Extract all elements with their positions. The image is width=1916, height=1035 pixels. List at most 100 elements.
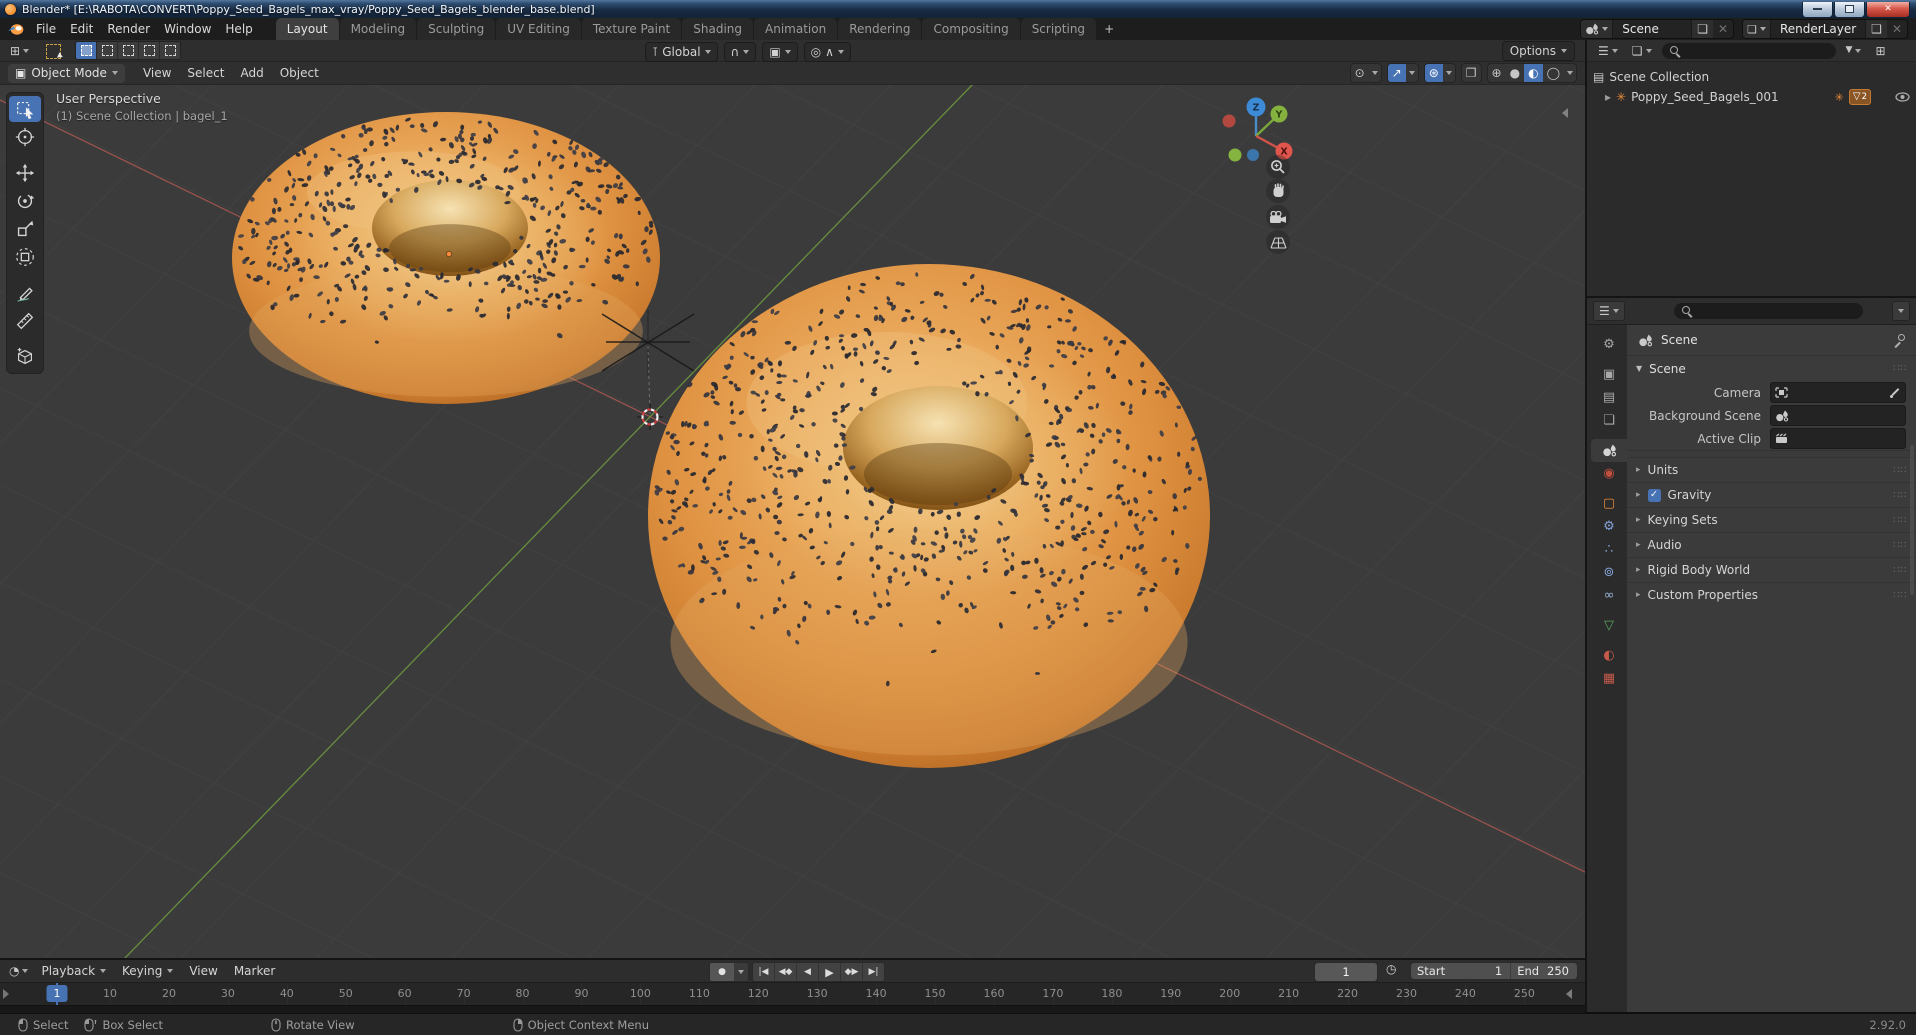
background-scene-field[interactable]: [1770, 405, 1906, 426]
select-mode-intersect-button[interactable]: [160, 42, 181, 59]
rotate-tool[interactable]: [9, 188, 41, 214]
record-options-button[interactable]: [734, 963, 748, 981]
scene-browse-button[interactable]: [1581, 20, 1614, 38]
stopwatch-icon[interactable]: ◷: [1386, 963, 1396, 975]
gravity-checkbox[interactable]: ✓: [1647, 488, 1661, 502]
select-mode-extend-button[interactable]: [97, 42, 119, 59]
outliner-row-scene-collection[interactable]: ▤ Scene Collection: [1587, 67, 1916, 87]
tab-texture[interactable]: ▦: [1591, 667, 1627, 690]
object-mode-dropdown[interactable]: ▣ Object Mode: [8, 63, 125, 83]
panel-rigid-body-world[interactable]: ▸ Rigid Body World ∷∷: [1627, 557, 1916, 582]
timeline-ruler[interactable]: 1 10 20 30 40 50 60 70 80 90 100 110 120 130 140 150 160…: [0, 982, 1585, 1005]
pan-hand-button[interactable]: [1266, 179, 1290, 203]
add-workspace-button[interactable]: +: [1097, 18, 1121, 40]
minimize-button[interactable]: [1802, 1, 1833, 18]
timeline-menu-keying[interactable]: Keying: [115, 964, 180, 978]
menu-render[interactable]: Render: [100, 22, 157, 36]
scene-panel-header[interactable]: ▼ Scene ∷∷: [1627, 356, 1916, 381]
viewport-collapse-arrow[interactable]: [1562, 108, 1568, 118]
workspace-tab-modeling[interactable]: Modeling: [339, 18, 417, 40]
tab-physics[interactable]: ⊚: [1591, 561, 1627, 584]
jump-to-start-button[interactable]: |◀: [753, 963, 775, 981]
expander-icon[interactable]: ▸: [1605, 91, 1611, 103]
menu-window[interactable]: Window: [157, 22, 218, 36]
move-tool[interactable]: [9, 160, 41, 186]
workspace-tab-sculpting[interactable]: Sculpting: [417, 18, 496, 40]
select-mode-invert-button[interactable]: [139, 42, 161, 59]
timeline-collapse-arrow[interactable]: [1566, 989, 1572, 999]
workspace-tab-scripting[interactable]: Scripting: [1020, 18, 1097, 40]
play-reverse-button[interactable]: ◀: [797, 963, 819, 981]
view-layer-name[interactable]: RenderLayer: [1771, 22, 1865, 36]
outliner-filter-mode-dropdown[interactable]: ❏: [1628, 42, 1656, 60]
show-overlays-toggle[interactable]: ⊛: [1423, 63, 1456, 83]
scene-copy-icon[interactable]: ❏: [1691, 20, 1714, 38]
xray-toggle[interactable]: ❐: [1460, 63, 1482, 83]
select-mode-new-button[interactable]: [76, 42, 98, 59]
annotate-tool[interactable]: [9, 280, 41, 306]
toggle-ortho-button[interactable]: [1266, 230, 1290, 254]
camera-view-button[interactable]: [1266, 205, 1290, 229]
active-tool-tweak-icon[interactable]: [43, 42, 65, 60]
visibility-dropdown[interactable]: ⊙: [1349, 63, 1382, 83]
transform-tool[interactable]: [9, 244, 41, 270]
add-cube-tool[interactable]: [9, 344, 41, 370]
shading-material-preview-button[interactable]: ◐: [1524, 64, 1543, 82]
cursor-tool[interactable]: [9, 124, 41, 150]
tab-object-data[interactable]: ▽: [1591, 614, 1627, 637]
snap-target-dropdown[interactable]: ▣: [762, 42, 798, 62]
timeline-menu-playback[interactable]: Playback: [34, 964, 113, 978]
timeline-menu-view[interactable]: View: [182, 964, 224, 978]
hide-eye-icon[interactable]: [1895, 92, 1910, 102]
play-button[interactable]: ▶: [819, 963, 841, 981]
shading-wireframe-button[interactable]: ⊕: [1488, 64, 1506, 82]
select-box-tool[interactable]: [9, 96, 41, 122]
eyedropper-icon[interactable]: [1889, 387, 1901, 399]
start-value[interactable]: 1: [1493, 964, 1510, 978]
proportional-edit-toggle[interactable]: ◎ ∧: [803, 42, 851, 62]
snap-toggle[interactable]: ∩: [723, 42, 757, 62]
properties-filter-button[interactable]: [1892, 301, 1910, 321]
record-button[interactable]: ●: [710, 963, 734, 981]
tab-particles[interactable]: ∴: [1591, 538, 1627, 561]
view-layer-browse-button[interactable]: ❏: [1743, 20, 1771, 38]
tab-render[interactable]: ▣: [1591, 363, 1627, 386]
scene-unlink-icon[interactable]: ✕: [1713, 23, 1733, 35]
transform-orientation-dropdown[interactable]: ⊺ Global: [645, 42, 718, 62]
viewport-menu-add[interactable]: Add: [232, 66, 271, 80]
gizmo-minus-y[interactable]: [1228, 148, 1242, 162]
tab-scene[interactable]: [1591, 439, 1627, 462]
outliner-display-mode-dropdown[interactable]: ☰: [1594, 42, 1622, 60]
close-button[interactable]: ✕: [1866, 1, 1910, 18]
timeline-menu-marker[interactable]: Marker: [227, 964, 282, 978]
scale-tool[interactable]: [9, 216, 41, 242]
shading-rendered-button[interactable]: ◯: [1543, 64, 1564, 82]
shading-solid-button[interactable]: ●: [1506, 64, 1524, 82]
options-dropdown[interactable]: Options: [1501, 40, 1575, 61]
tab-output[interactable]: ▤: [1591, 386, 1627, 409]
tab-modifiers[interactable]: ⚙: [1591, 515, 1627, 538]
previous-keyframe-button[interactable]: ◀◆: [775, 963, 797, 981]
new-collection-button[interactable]: ⊞: [1871, 42, 1889, 60]
outliner-row-object[interactable]: ▸ ✳ Poppy_Seed_Bagels_001 ✳ ▽ 2: [1587, 87, 1916, 107]
panel-keying-sets[interactable]: ▸ Keying Sets ∷∷: [1627, 507, 1916, 532]
viewport-menu-select[interactable]: Select: [179, 66, 232, 80]
workspace-tab-rendering[interactable]: Rendering: [838, 18, 922, 40]
restore-button[interactable]: [1834, 1, 1865, 18]
current-frame-field[interactable]: 1: [1314, 962, 1378, 982]
menu-help[interactable]: Help: [218, 22, 259, 36]
menu-file[interactable]: File: [29, 22, 63, 36]
workspace-tab-uv-editing[interactable]: UV Editing: [496, 18, 581, 40]
panel-custom-properties[interactable]: ▸ Custom Properties ∷∷: [1627, 582, 1916, 607]
scene-name[interactable]: Scene: [1613, 22, 1691, 36]
panel-units[interactable]: ▸ Units ∷∷: [1627, 457, 1916, 482]
tab-view-layer[interactable]: ❏: [1591, 409, 1627, 432]
viewport-canvas[interactable]: User Perspective (1) Scene Collection | …: [0, 84, 1585, 958]
properties-search-input[interactable]: [1673, 303, 1863, 319]
menu-edit[interactable]: Edit: [63, 22, 100, 36]
gizmo-minus-x[interactable]: [1222, 114, 1236, 128]
outliner-filter-dropdown[interactable]: ▼: [1842, 42, 1866, 60]
properties-editor-type-button[interactable]: ☰: [1593, 301, 1625, 321]
tab-material[interactable]: ◐: [1591, 644, 1627, 667]
next-keyframe-button[interactable]: ◆▶: [841, 963, 863, 981]
